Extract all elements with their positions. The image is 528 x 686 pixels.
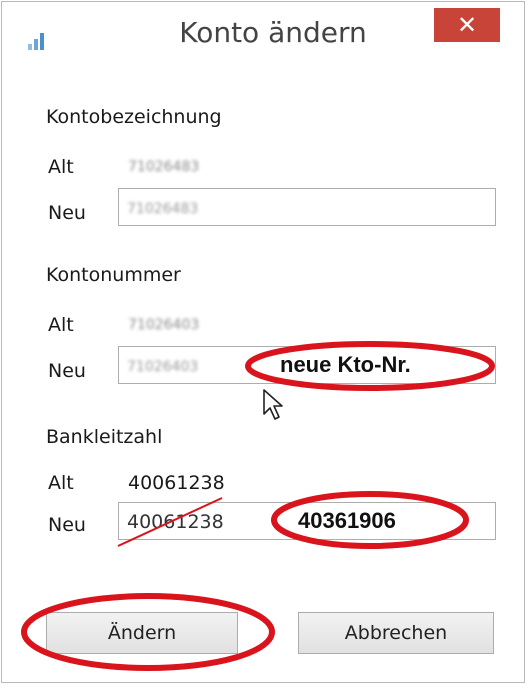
- kontonummer-alt-value: 71026403: [128, 317, 200, 333]
- aendern-button[interactable]: Ändern: [46, 612, 238, 654]
- bankleitzahl-neu-label: Neu: [48, 514, 86, 536]
- kontobezeichnung-neu-input[interactable]: 71026483: [118, 188, 496, 226]
- kontobezeichnung-neu-label: Neu: [48, 202, 86, 224]
- close-icon: ✕: [456, 11, 478, 39]
- mouse-cursor-icon: [263, 389, 283, 420]
- blz-note: 40361906: [298, 508, 396, 533]
- kontonummer-heading: Kontonummer: [46, 264, 181, 286]
- kontonummer-neu-label: Neu: [48, 360, 86, 382]
- kontobezeichnung-alt-value: 71026483: [128, 159, 200, 175]
- dialog-window: Konto ändern ✕ Kontobezeichnung Alt 7102…: [1, 1, 525, 683]
- bankleitzahl-heading: Bankleitzahl: [46, 426, 163, 448]
- bankleitzahl-alt-value: 40061238: [128, 472, 225, 494]
- kontonummer-note: neue Kto-Nr.: [280, 352, 411, 377]
- kontobezeichnung-neu-value: 71026483: [127, 201, 199, 217]
- kontonummer-alt-label: Alt: [48, 314, 74, 336]
- kontobezeichnung-alt-label: Alt: [48, 156, 74, 178]
- abbrechen-button[interactable]: Abbrechen: [298, 612, 494, 654]
- kontobezeichnung-heading: Kontobezeichnung: [46, 106, 222, 128]
- bankleitzahl-neu-value: 40061238: [127, 511, 224, 533]
- close-button[interactable]: ✕: [434, 8, 500, 42]
- bankleitzahl-alt-label: Alt: [48, 472, 74, 494]
- kontonummer-neu-value: 71026403: [127, 359, 199, 375]
- title-bar[interactable]: Konto ändern ✕: [2, 2, 524, 82]
